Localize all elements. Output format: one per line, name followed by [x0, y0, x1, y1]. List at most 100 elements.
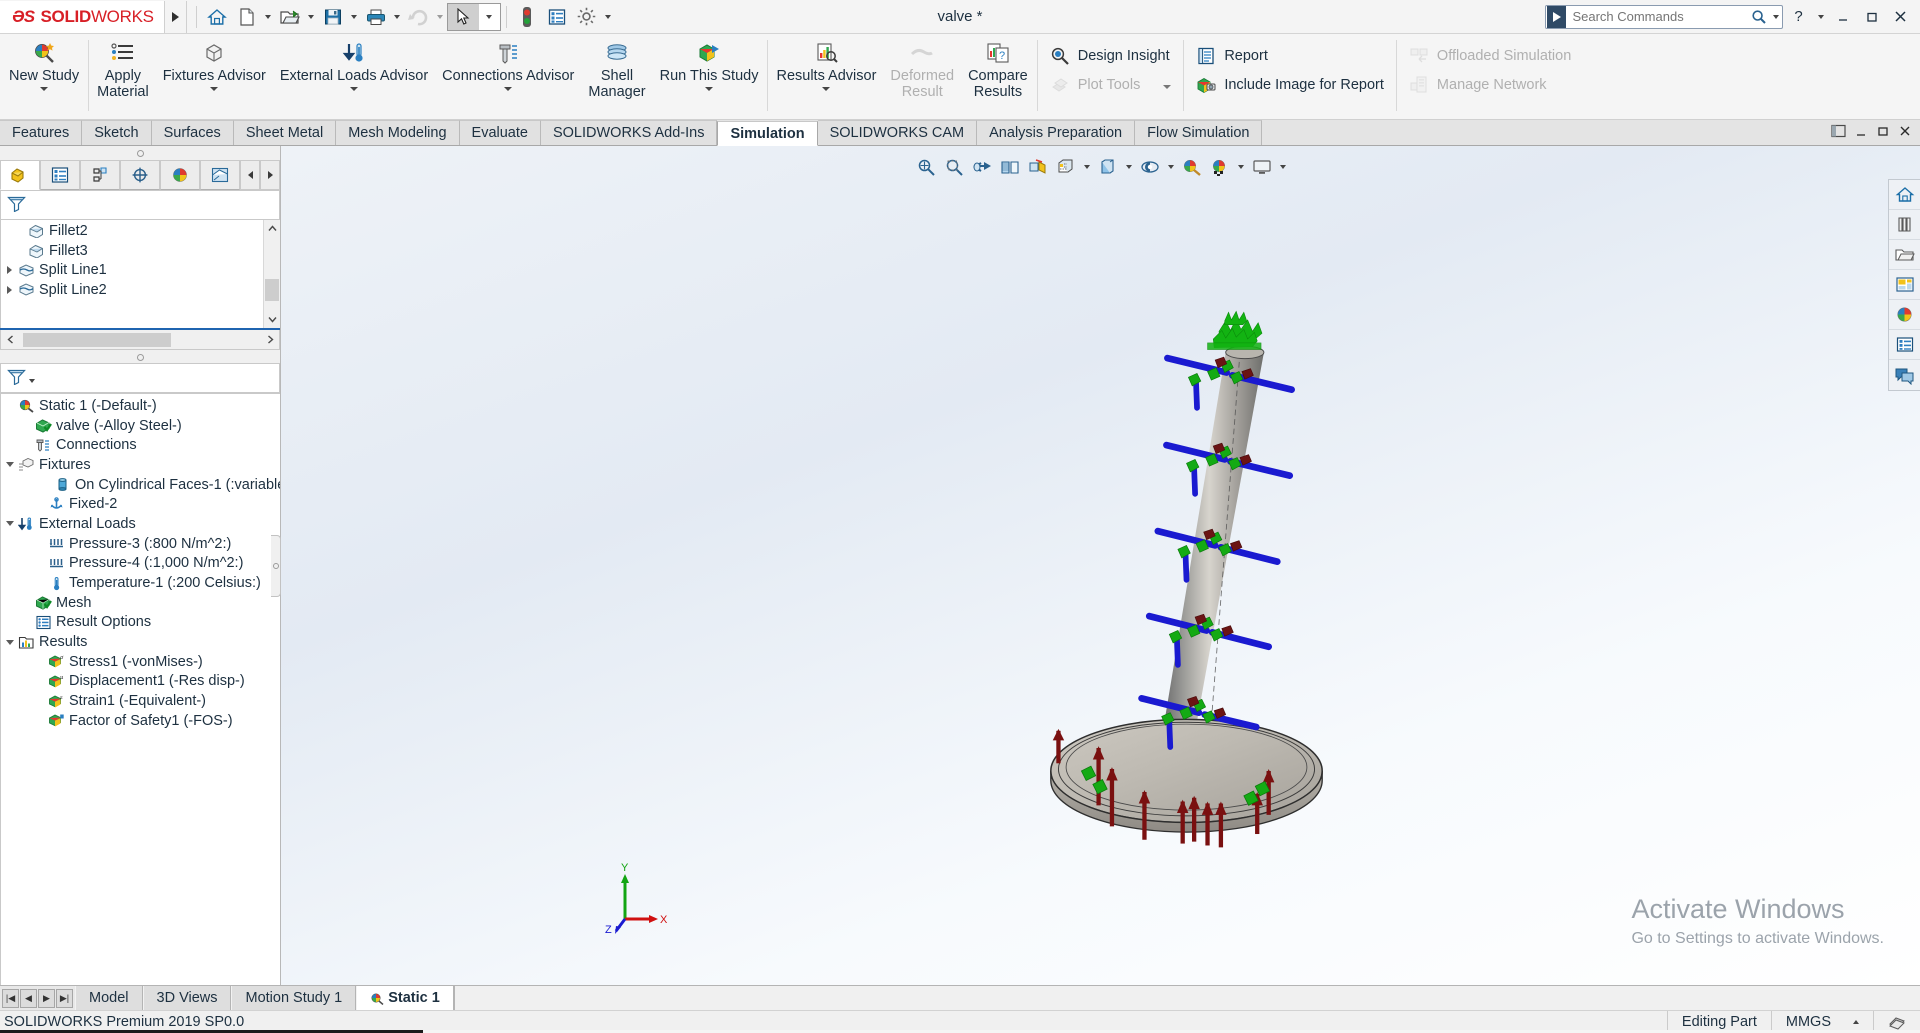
collapse-twig[interactable]: [3, 521, 16, 526]
include-image-for-report-button[interactable]: Include Image for Report: [1193, 72, 1390, 98]
hide-show-items-icon[interactable]: [1137, 154, 1163, 180]
external-loads-advisor-button[interactable]: External Loads Advisor: [273, 37, 435, 91]
open-folder-caret[interactable]: [305, 2, 318, 32]
tree-item-split-line1[interactable]: Split Line1: [1, 260, 280, 280]
run-study-dropdown[interactable]: [705, 84, 713, 91]
collapse-twig[interactable]: [3, 640, 16, 645]
tree-item-fillet2[interactable]: Fillet2: [1, 221, 280, 241]
new-study-button[interactable]: New Study: [2, 37, 86, 91]
print-icon[interactable]: [361, 2, 391, 32]
appearances-scenes-icon[interactable]: [1889, 300, 1920, 330]
tab-analysis-preparation[interactable]: Analysis Preparation: [977, 120, 1136, 145]
tree-item-split-line2[interactable]: Split Line2: [1, 280, 280, 300]
home-icon[interactable]: [202, 2, 232, 32]
search-input[interactable]: [1567, 9, 1749, 24]
study-item-pressure-4[interactable]: Pressure-4 (:1,000 N/m^2:): [1, 554, 280, 574]
save-caret[interactable]: [348, 2, 361, 32]
tab-nav-prev[interactable]: ◀: [20, 988, 37, 1008]
study-item-external-loads[interactable]: External Loads: [1, 514, 280, 534]
study-item-mesh[interactable]: Mesh: [1, 593, 280, 613]
new-document-caret[interactable]: [262, 2, 275, 32]
external-loads-dropdown[interactable]: [350, 84, 358, 91]
study-item-pressure-3[interactable]: Pressure-3 (:800 N/m^2:): [1, 534, 280, 554]
study-item-fixtures[interactable]: Fixtures: [1, 455, 280, 475]
expand-twig[interactable]: [3, 286, 16, 294]
undo-icon[interactable]: [404, 2, 434, 32]
scroll-down-button[interactable]: [264, 311, 280, 328]
panel-splitter-grip[interactable]: [0, 350, 280, 364]
filter-dropdown-caret[interactable]: [29, 378, 35, 383]
tab-features[interactable]: Features: [0, 120, 83, 145]
scroll-thumb[interactable]: [265, 279, 279, 301]
display-style-caret[interactable]: [1123, 154, 1135, 180]
tab-simulation[interactable]: Simulation: [717, 121, 818, 146]
connections-advisor-dropdown[interactable]: [504, 84, 512, 91]
design-library-icon[interactable]: [1889, 210, 1920, 240]
zoom-to-fit-icon[interactable]: [913, 154, 939, 180]
select-caret[interactable]: [477, 3, 500, 30]
help-button[interactable]: ?: [1785, 2, 1812, 32]
collapse-twig[interactable]: [3, 462, 16, 467]
solidworks-forum-icon[interactable]: [1889, 360, 1920, 390]
zoom-to-area-icon[interactable]: [941, 154, 967, 180]
apply-scene-caret[interactable]: [1235, 154, 1247, 180]
hscroll-left-button[interactable]: [1, 335, 19, 344]
tab-sketch[interactable]: Sketch: [82, 120, 152, 145]
study-item-result-options[interactable]: Result Options: [1, 613, 280, 633]
feature-manager-tab[interactable]: [0, 160, 40, 190]
panel-grip[interactable]: [0, 146, 280, 160]
dimxpert-manager-tab[interactable]: [120, 160, 160, 190]
undo-caret[interactable]: [434, 2, 447, 32]
hide-show-caret[interactable]: [1165, 154, 1177, 180]
results-advisor-button[interactable]: Results Advisor: [769, 37, 883, 91]
rebuild-icon[interactable]: [512, 2, 542, 32]
study-item-connections[interactable]: Connections: [1, 435, 280, 455]
simulation-manager-tab[interactable]: [200, 160, 240, 190]
save-icon[interactable]: [318, 2, 348, 32]
close-button[interactable]: [1887, 2, 1914, 32]
fixtures-advisor-dropdown[interactable]: [210, 84, 218, 91]
study-item-strain1[interactable]: ε Strain1 (-Equivalent-): [1, 691, 280, 711]
search-commands-box[interactable]: [1545, 4, 1783, 29]
new-study-dropdown[interactable]: [40, 84, 48, 91]
units-caret-icon[interactable]: [1853, 1020, 1859, 1024]
file-properties-icon[interactable]: [542, 2, 572, 32]
report-button[interactable]: Report: [1193, 43, 1390, 69]
connections-advisor-button[interactable]: Connections Advisor: [435, 37, 581, 91]
tree-item-fillet3[interactable]: Fillet3: [1, 241, 280, 261]
bottom-tab-3d-views[interactable]: 3D Views: [142, 986, 232, 1010]
tab-mesh-modeling[interactable]: Mesh Modeling: [336, 120, 460, 145]
display-manager-tab[interactable]: [160, 160, 200, 190]
select-tool[interactable]: [446, 2, 501, 31]
view-settings-caret[interactable]: [1081, 154, 1093, 180]
print-caret[interactable]: [391, 2, 404, 32]
valve-model-3d[interactable]: [281, 146, 1920, 985]
maximize-button[interactable]: [1858, 2, 1885, 32]
pin-ribbon-icon[interactable]: [1831, 124, 1846, 142]
search-dropdown-caret[interactable]: [1770, 14, 1782, 19]
study-item-stress1[interactable]: σ Stress1 (-vonMises-): [1, 652, 280, 672]
study-item-temperature-1[interactable]: Temperature-1 (:200 Celsius:): [1, 573, 280, 593]
hscroll-track[interactable]: [19, 332, 261, 347]
new-document-icon[interactable]: [232, 2, 262, 32]
compare-results-button[interactable]: ? Compare Results: [961, 37, 1035, 100]
run-this-study-button[interactable]: Run This Study: [653, 37, 766, 91]
search-magnifier-icon[interactable]: [1748, 9, 1769, 25]
file-explorer-icon[interactable]: [1889, 240, 1920, 270]
apply-scene-icon[interactable]: [1207, 154, 1233, 180]
panel-width-splitter[interactable]: [271, 534, 281, 597]
tab-sheet-metal[interactable]: Sheet Metal: [233, 120, 337, 145]
property-manager-tab[interactable]: [40, 160, 80, 190]
minimize-button[interactable]: [1829, 2, 1856, 32]
hscroll-right-button[interactable]: [261, 335, 279, 344]
view-orientation-icon[interactable]: [1025, 154, 1051, 180]
study-item-valve[interactable]: valve (-Alloy Steel-): [1, 416, 280, 436]
display-style-icon[interactable]: [1095, 154, 1121, 180]
apply-material-button[interactable]: Apply Material: [90, 37, 156, 100]
view-settings-icon[interactable]: [1053, 154, 1079, 180]
edit-appearance-icon[interactable]: [1179, 154, 1205, 180]
study-item-on-cylindrical-faces-1[interactable]: On Cylindrical Faces-1 (:variable: [1, 475, 280, 495]
options-gear-icon[interactable]: [572, 2, 602, 32]
shell-manager-button[interactable]: Shell Manager: [581, 37, 652, 100]
tab-nav-last[interactable]: ▶|: [56, 988, 73, 1008]
